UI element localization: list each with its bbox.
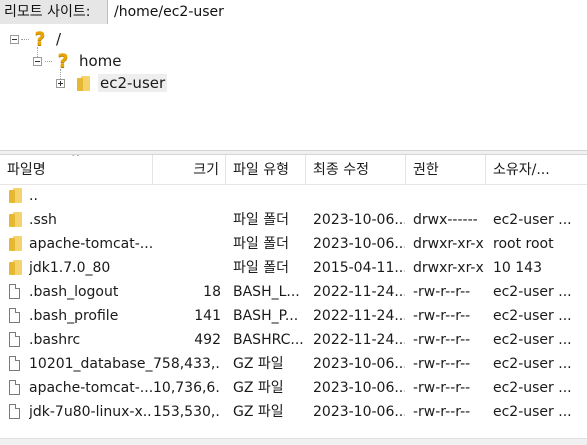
file-type: 파일 폴더 — [233, 260, 289, 276]
file-name: jdk1.7.0_80 — [29, 260, 111, 276]
directory-tree: ? / ? home ec2-user — [0, 25, 587, 175]
tree-node-label: / — [56, 30, 62, 48]
folder-icon — [9, 188, 23, 207]
file-icon — [9, 332, 20, 347]
tree-node-home[interactable]: ? home — [33, 50, 122, 72]
file-owner: root root — [493, 236, 554, 252]
file-owner: ec2-user ... — [493, 284, 572, 300]
table-row[interactable]: 10201_database_...758,433,... GZ 파일 2023-1… — [0, 352, 587, 376]
file-permissions: -rw-r--r-- — [413, 284, 471, 300]
file-icon — [9, 284, 20, 299]
file-owner: ec2-user ... — [493, 332, 572, 348]
file-permissions: -rw-r--r-- — [413, 332, 471, 348]
file-size: 153,530,... — [153, 404, 221, 420]
file-modified: 2023-10-06... — [313, 236, 405, 252]
file-rows: .. .ssh 파일 폴더 2023-10-06... drwx------ ec2-u… — [0, 184, 587, 424]
file-type: 파일 폴더 — [233, 236, 289, 252]
file-name: apache-tomcat-... — [29, 380, 153, 396]
column-header-filename[interactable]: ^ 파일명 — [0, 155, 153, 184]
file-name: .. — [29, 188, 38, 204]
column-header-permissions[interactable]: 권한 — [406, 155, 486, 184]
file-type: GZ 파일 — [233, 356, 284, 372]
file-modified: 2023-10-06... — [313, 212, 405, 228]
file-permissions: -rw-r--r-- — [413, 308, 471, 324]
table-row[interactable]: .bash_logout 18 BASH_L... 2022-11-24... -rw-… — [0, 280, 587, 304]
file-size: 10,736,6... — [153, 380, 221, 396]
file-size: 492 — [194, 332, 221, 348]
file-permissions: -rw-r--r-- — [413, 404, 471, 420]
file-name: .bash_profile — [29, 308, 119, 324]
file-modified: 2015-04-11... — [313, 260, 405, 276]
file-permissions: drwxr-xr-x — [413, 260, 484, 276]
file-list-header: ^ 파일명 크기 파일 유형 최종 수정 권한 소유자/... — [0, 155, 587, 185]
column-header-size[interactable]: 크기 — [153, 155, 226, 184]
folder-icon — [9, 236, 23, 255]
file-owner: ec2-user ... — [493, 212, 572, 228]
file-modified: 2023-10-06... — [313, 404, 405, 420]
file-name: 10201_database_... — [29, 356, 153, 372]
remote-path-input[interactable] — [109, 0, 587, 24]
file-size: 18 — [203, 284, 221, 300]
tree-node-label: ec2-user — [98, 74, 168, 92]
tree-node-root[interactable]: ? / — [10, 28, 61, 50]
file-icon — [9, 380, 20, 395]
file-owner: ec2-user ... — [493, 308, 572, 324]
file-permissions: -rw-r--r-- — [413, 380, 471, 396]
sort-up-icon: ^ — [71, 155, 81, 164]
file-permissions: drwx------ — [413, 212, 478, 228]
question-folder-icon: ? — [57, 50, 69, 72]
table-row[interactable]: apache-tomcat-... 파일 폴더 2023-10-06... drwxr… — [0, 232, 587, 256]
file-name: .bashrc — [29, 332, 81, 348]
file-name: apache-tomcat-... — [29, 236, 153, 252]
table-row[interactable]: jdk1.7.0_80 파일 폴더 2015-04-11... drwxr-xr-x 1… — [0, 256, 587, 280]
file-modified: 2023-10-06... — [313, 356, 405, 372]
file-type: BASH_L... — [233, 284, 300, 300]
file-name: .bash_logout — [29, 284, 119, 300]
file-size: 758,433,... — [153, 356, 221, 372]
table-row[interactable]: .. — [0, 184, 587, 208]
file-owner: ec2-user ... — [493, 380, 572, 396]
folder-icon — [77, 75, 91, 91]
file-modified: 2022-11-24... — [313, 308, 405, 324]
folder-icon — [9, 260, 23, 279]
table-row[interactable]: .bashrc 492 BASHRC... 2022-11-24... -rw-r--r… — [0, 328, 587, 352]
question-folder-icon: ? — [34, 28, 46, 50]
file-modified: 2023-10-06... — [313, 380, 405, 396]
folder-icon — [9, 212, 23, 231]
file-icon — [9, 356, 20, 371]
table-row[interactable]: .ssh 파일 폴더 2023-10-06... drwx------ ec2-user… — [0, 208, 587, 232]
file-type: BASHRC... — [233, 332, 304, 348]
collapse-icon[interactable] — [10, 34, 19, 44]
file-icon — [9, 308, 20, 323]
collapse-icon[interactable] — [33, 56, 42, 66]
file-permissions: drwxr-xr-x — [413, 236, 484, 252]
file-owner: 10 143 — [493, 260, 542, 276]
column-header-owner[interactable]: 소유자/... — [486, 155, 587, 184]
table-row[interactable]: jdk-7u80-linux-x...153,530,... GZ 파일 2023-… — [0, 400, 587, 424]
file-permissions: -rw-r--r-- — [413, 356, 471, 372]
file-name: jdk-7u80-linux-x... — [29, 404, 153, 420]
column-header-modified[interactable]: 최종 수정 — [306, 155, 406, 184]
file-icon — [9, 404, 20, 419]
table-row[interactable]: apache-tomcat-...10,736,6... GZ 파일 2023-10… — [0, 376, 587, 400]
file-list: ^ 파일명 크기 파일 유형 최종 수정 권한 소유자/... .. .ssh 파… — [0, 155, 587, 445]
file-type: GZ 파일 — [233, 380, 284, 396]
file-type: BASH_P... — [233, 308, 299, 324]
remote-site-bar: 리모트 사이트: — [0, 0, 587, 26]
table-row[interactable]: .bash_profile 141 BASH_P... 2022-11-24... -r… — [0, 304, 587, 328]
file-modified: 2022-11-24... — [313, 332, 405, 348]
remote-site-label: 리모트 사이트: — [0, 0, 108, 24]
file-type: 파일 폴더 — [233, 212, 289, 228]
file-name: .ssh — [29, 212, 57, 228]
file-owner: ec2-user ... — [493, 356, 572, 372]
file-modified: 2022-11-24... — [313, 284, 405, 300]
file-owner: ec2-user ... — [493, 404, 572, 420]
column-header-type[interactable]: 파일 유형 — [226, 155, 306, 184]
tree-node-ec2-user[interactable]: ec2-user — [56, 72, 168, 94]
file-type: GZ 파일 — [233, 404, 284, 420]
expand-icon[interactable] — [56, 78, 65, 88]
file-size: 141 — [194, 308, 221, 324]
tree-node-label: home — [79, 52, 122, 70]
